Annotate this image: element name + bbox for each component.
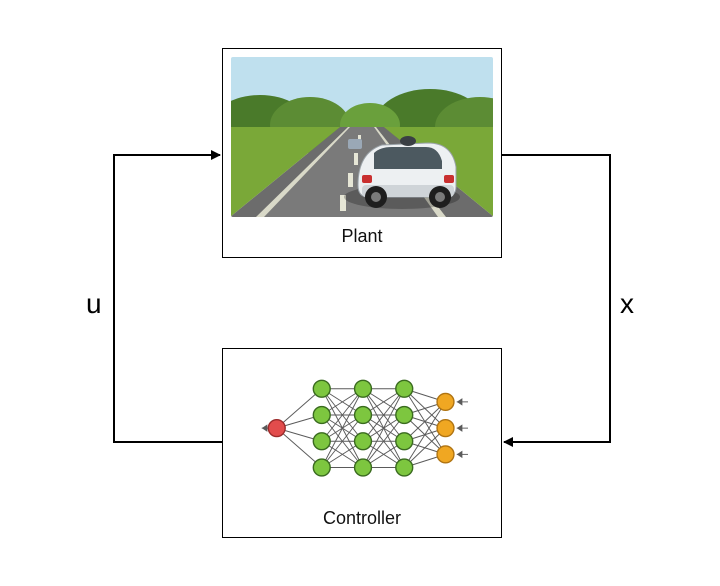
plant-box: Plant — [222, 48, 502, 258]
controller-label: Controller — [223, 508, 501, 529]
signal-x-label: x — [620, 288, 634, 320]
neural-net-icon — [223, 355, 503, 505]
controller-box: Controller — [222, 348, 502, 538]
plant-image — [231, 57, 493, 217]
signal-u-label: u — [86, 288, 102, 320]
plant-label: Plant — [223, 226, 501, 247]
